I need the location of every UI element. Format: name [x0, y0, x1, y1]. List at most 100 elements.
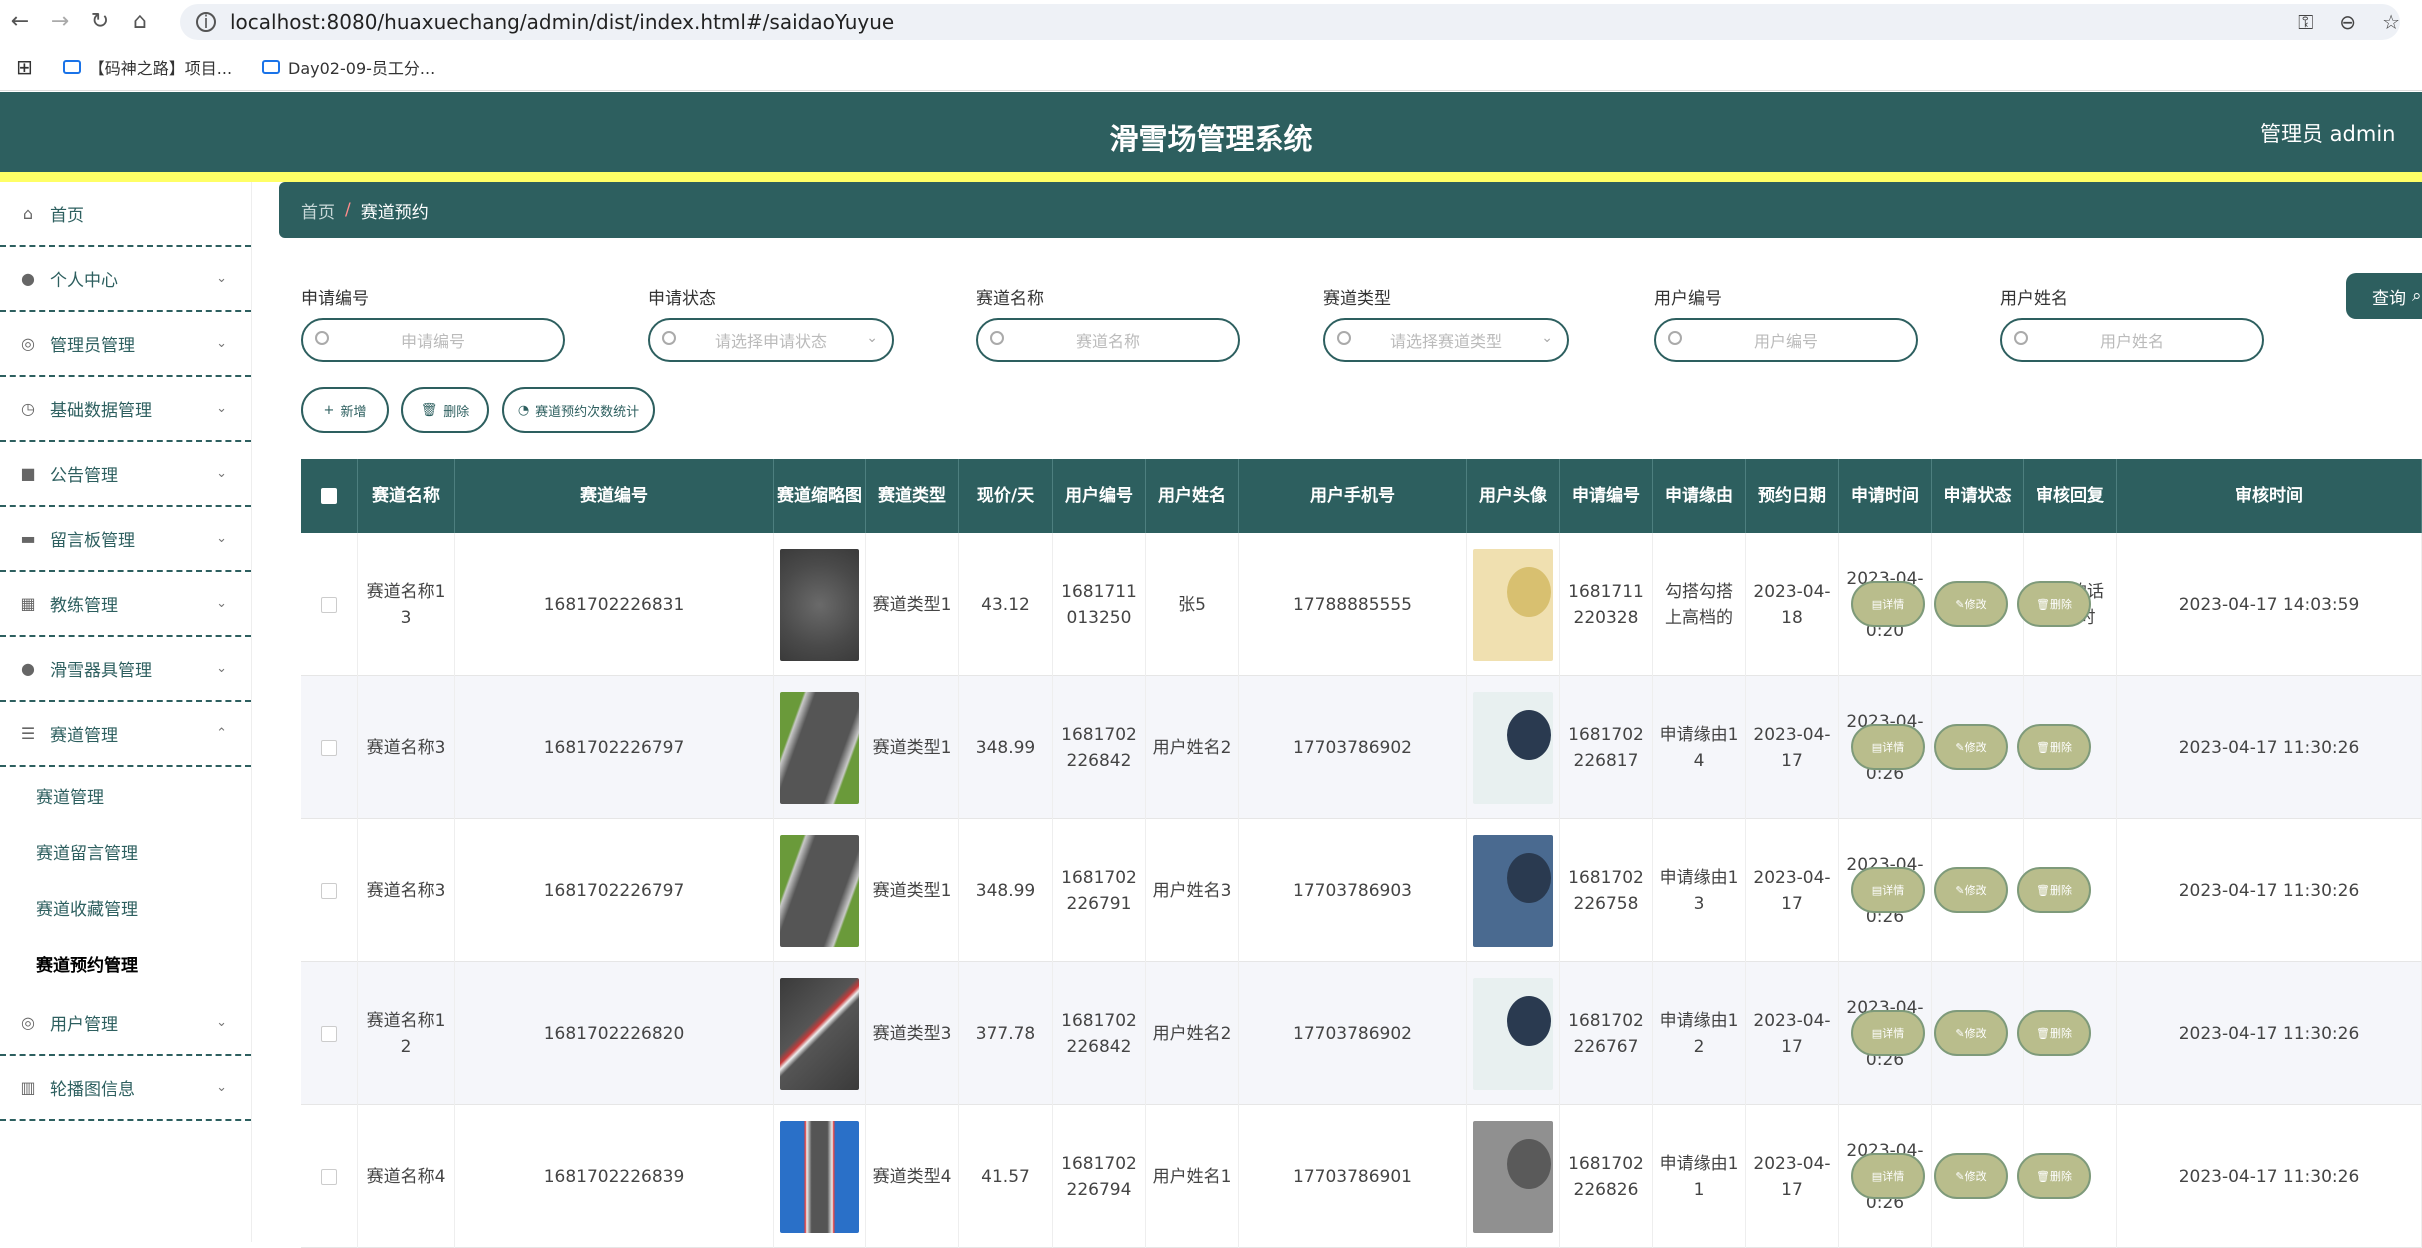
- cell-price: 41.57: [959, 1105, 1053, 1248]
- filter-input[interactable]: 用户姓名: [2000, 318, 2264, 362]
- row-checkbox[interactable]: [321, 596, 337, 613]
- sidebar-item[interactable]: ◎ 用户管理 ⌄: [0, 991, 251, 1056]
- table-row[interactable]: 赛道名称13 1681702226831 赛道类型1 43.12 16817110132…: [301, 533, 2422, 676]
- select-all-checkbox[interactable]: [321, 488, 337, 504]
- forward-icon[interactable]: →: [40, 2, 80, 42]
- cell-phone: 17703786902: [1239, 962, 1467, 1105]
- star-icon[interactable]: ☆: [2382, 10, 2400, 34]
- delete-button[interactable]: 🗑 删除: [401, 387, 489, 433]
- reload-icon[interactable]: ↻: [80, 2, 120, 42]
- delete-icon: 🗑: [2036, 1026, 2050, 1040]
- cell-date: 2023-04-17: [1746, 819, 1839, 962]
- sidebar-item-label: 公告管理: [50, 466, 118, 486]
- bookmark-item[interactable]: Day02-09-员工分...: [262, 55, 435, 79]
- sidebar-item[interactable]: ▦ 教练管理 ⌄: [0, 572, 251, 637]
- apps-icon[interactable]: ⊞: [16, 55, 33, 79]
- row-checkbox[interactable]: [321, 1025, 337, 1042]
- detail-icon: ▤: [1871, 597, 1883, 611]
- table-row[interactable]: 赛道名称12 1681702226820 赛道类型3 377.78 1681702226…: [301, 962, 2422, 1105]
- address-bar[interactable]: i localhost:8080/huaxuechang/admin/dist/…: [180, 4, 2400, 40]
- cell-thumbnail: [774, 819, 866, 962]
- edit-button[interactable]: ✎ 修改: [1934, 1010, 2008, 1056]
- sidebar-item-label: 用户管理: [50, 1015, 118, 1035]
- sidebar-item[interactable]: ☰ 赛道管理 ⌃: [0, 702, 251, 767]
- cell-uid: 1681702226794: [1053, 1105, 1146, 1248]
- delete-row-button[interactable]: 🗑 删除: [2017, 1153, 2091, 1199]
- bookmark-item[interactable]: 【码神之路】项目...: [62, 55, 232, 79]
- sidebar-subitem[interactable]: 赛道收藏管理: [0, 879, 251, 935]
- user-avatar-image[interactable]: [1473, 977, 1553, 1090]
- sidebar-item[interactable]: ◎ 管理员管理 ⌄: [0, 312, 251, 377]
- row-checkbox[interactable]: [321, 1168, 337, 1185]
- row-checkbox[interactable]: [321, 882, 337, 899]
- delete-icon: 🗑: [2036, 740, 2050, 754]
- track-thumbnail-image[interactable]: [780, 548, 859, 661]
- cell-apply_no: 1681702226817: [1560, 676, 1653, 819]
- user-avatar-image[interactable]: [1473, 548, 1553, 661]
- sidebar-item[interactable]: ◷ 基础数据管理 ⌄: [0, 377, 251, 442]
- key-icon[interactable]: ⚿: [2298, 10, 2313, 34]
- filter-select[interactable]: 请选择申请状态 ⌄: [648, 318, 894, 362]
- filter-input[interactable]: 赛道名称: [976, 318, 1240, 362]
- edit-button[interactable]: ✎ 修改: [1934, 867, 2008, 913]
- breadcrumb-home[interactable]: 首页: [301, 198, 335, 223]
- sidebar-item[interactable]: ⌂ 首页: [0, 182, 251, 247]
- filter-select[interactable]: 请选择赛道类型 ⌄: [1323, 318, 1569, 362]
- cell-code: 1681702226831: [455, 533, 774, 676]
- sidebar-item[interactable]: ■ 公告管理 ⌄: [0, 442, 251, 507]
- edit-button[interactable]: ✎ 修改: [1934, 1153, 2008, 1199]
- cell-operations: [2117, 533, 2422, 676]
- edit-icon: ✎: [1955, 597, 1965, 611]
- cell-avatar: [1467, 1105, 1560, 1248]
- cell-thumbnail: [774, 533, 866, 676]
- stats-button[interactable]: ◔ 赛道预约次数统计: [502, 387, 655, 433]
- sidebar-item-label: 滑雪器具管理: [50, 661, 152, 681]
- detail-button[interactable]: ▤ 详情: [1851, 581, 1925, 627]
- detail-button[interactable]: ▤ 详情: [1851, 724, 1925, 770]
- info-icon[interactable]: i: [196, 12, 216, 33]
- delete-row-button[interactable]: 🗑 删除: [2017, 867, 2091, 913]
- sidebar-subitem[interactable]: 赛道留言管理: [0, 823, 251, 879]
- user-avatar-image[interactable]: [1473, 1120, 1553, 1233]
- filter-input[interactable]: 用户编号: [1654, 318, 1918, 362]
- track-thumbnail-image[interactable]: [780, 977, 859, 1090]
- detail-button[interactable]: ▤ 详情: [1851, 1153, 1925, 1199]
- delete-row-button[interactable]: 🗑 删除: [2017, 724, 2091, 770]
- delete-row-button[interactable]: 🗑 删除: [2017, 581, 2091, 627]
- filter-input[interactable]: 申请编号: [301, 318, 565, 362]
- home-icon[interactable]: ⌂: [120, 2, 160, 42]
- chevron-icon: ⌄: [216, 596, 227, 611]
- table-row[interactable]: 赛道名称3 1681702226797 赛道类型1 348.99 16817022268…: [301, 676, 2422, 819]
- cell-reason: 勾搭勾搭上高档的: [1653, 533, 1746, 676]
- sidebar-subitem[interactable]: 赛道管理: [0, 767, 251, 823]
- row-select-cell: [301, 676, 358, 819]
- zoom-icon[interactable]: ⊖: [2339, 10, 2356, 34]
- cell-apply_no: 1681702226826: [1560, 1105, 1653, 1248]
- sidebar-item[interactable]: ▥ 轮播图信息 ⌄: [0, 1056, 251, 1121]
- cell-date: 2023-04-17: [1746, 676, 1839, 819]
- track-thumbnail-image[interactable]: [780, 1120, 859, 1233]
- back-icon[interactable]: ←: [0, 2, 40, 42]
- delete-row-button[interactable]: 🗑 删除: [2017, 1010, 2091, 1056]
- grid-icon: ▦: [20, 593, 36, 613]
- sidebar-item[interactable]: ● 滑雪器具管理 ⌄: [0, 637, 251, 702]
- edit-button[interactable]: ✎ 修改: [1934, 724, 2008, 770]
- table-row[interactable]: 赛道名称4 1681702226839 赛道类型4 41.57 168170222679…: [301, 1105, 2422, 1248]
- user-avatar-image[interactable]: [1473, 834, 1553, 947]
- track-thumbnail-image[interactable]: [780, 834, 859, 947]
- track-thumbnail-image[interactable]: [780, 691, 859, 804]
- query-button[interactable]: 查询 ⌕: [2346, 273, 2422, 319]
- user-avatar-image[interactable]: [1473, 691, 1553, 804]
- admin-label: 管理员 admin退: [2260, 118, 2422, 148]
- row-checkbox[interactable]: [321, 739, 337, 756]
- column-header: 审核时间: [2117, 459, 2422, 533]
- sidebar-item[interactable]: ● 个人中心 ⌄: [0, 247, 251, 312]
- sidebar-item[interactable]: ▬ 留言板管理 ⌄: [0, 507, 251, 572]
- add-button[interactable]: + 新增: [301, 387, 389, 433]
- detail-button[interactable]: ▤ 详情: [1851, 867, 1925, 913]
- detail-button[interactable]: ▤ 详情: [1851, 1010, 1925, 1056]
- table-row[interactable]: 赛道名称3 1681702226797 赛道类型1 348.99 16817022267…: [301, 819, 2422, 962]
- edit-button[interactable]: ✎ 修改: [1934, 581, 2008, 627]
- sidebar-subitem[interactable]: 赛道预约管理: [0, 935, 251, 991]
- search-icon: [990, 331, 1004, 345]
